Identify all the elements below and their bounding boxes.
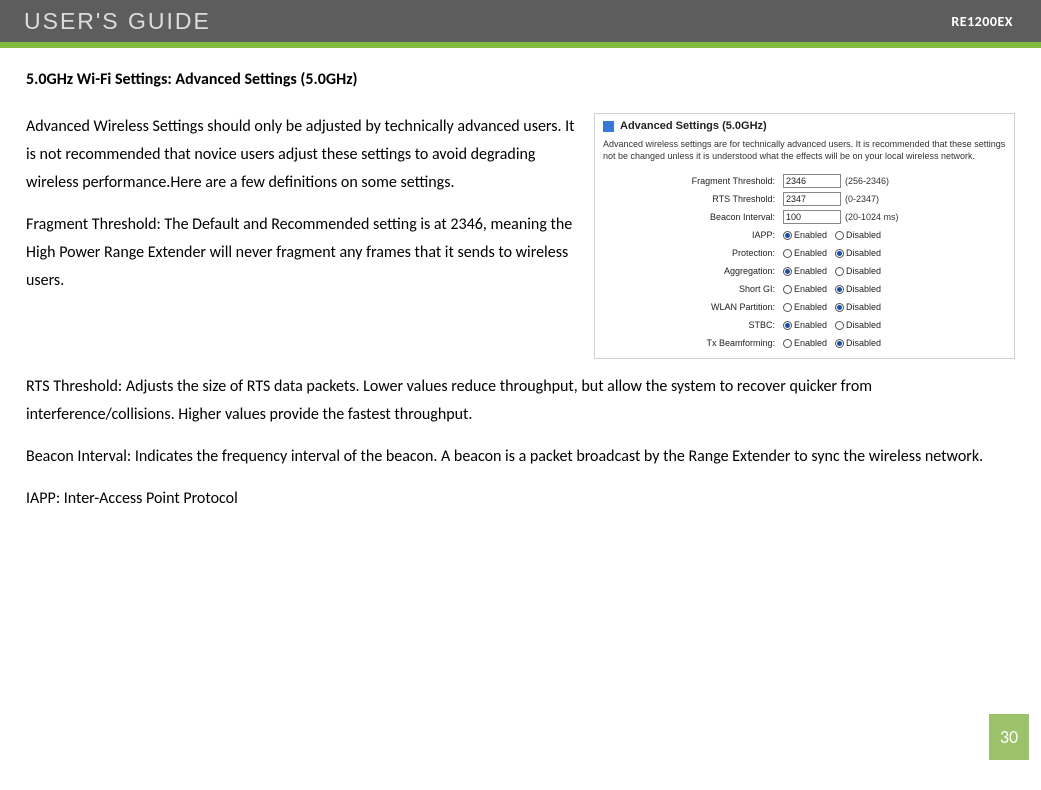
radio-stbc-enabled[interactable] [783,321,792,330]
row-rts-threshold: RTS Threshold: 2347 (0-2347) [595,190,1014,208]
left-text-column: Advanced Wireless Settings should only b… [26,113,576,359]
panel-description: Advanced wireless settings are for techn… [595,136,1014,172]
label-tx-beamforming: Tx Beamforming: [603,338,783,348]
radio-label-disabled: Disabled [846,230,881,240]
radio-protection-disabled[interactable] [835,249,844,258]
input-beacon-interval[interactable]: 100 [783,210,841,224]
row-beacon-interval: Beacon Interval: 100 (20-1024 ms) [595,208,1014,226]
top-columns: Advanced Wireless Settings should only b… [26,113,1015,359]
radio-shortgi-enabled[interactable] [783,285,792,294]
header-bar: USER'S GUIDE RE1200EX [0,0,1041,48]
content: 5.0GHz Wi-Fi Settings: Advanced Settings… [0,48,1041,513]
radio-stbc-disabled[interactable] [835,321,844,330]
paragraph-fragment: Fragment Threshold: The Default and Reco… [26,211,576,295]
advanced-settings-panel: Advanced Settings (5.0GHz) Advanced wire… [594,113,1015,359]
label-short-gi: Short GI: [603,284,783,294]
radio-label-disabled: Disabled [846,338,881,348]
paragraph-rts: RTS Threshold: Adjusts the size of RTS d… [26,373,1015,429]
radio-label-enabled: Enabled [794,248,827,258]
label-stbc: STBC: [603,320,783,330]
section-heading: 5.0GHz Wi-Fi Settings: Advanced Settings… [26,70,1015,89]
header-title: USER'S GUIDE [24,8,211,35]
radio-label-disabled: Disabled [846,320,881,330]
panel-header-icon [603,121,614,132]
label-rts-threshold: RTS Threshold: [603,194,783,204]
radio-label-enabled: Enabled [794,338,827,348]
range-rts-threshold: (0-2347) [845,194,879,204]
radio-label-disabled: Disabled [846,284,881,294]
paragraph-iapp: IAPP: Inter-Access Point Protocol [26,485,1015,513]
row-tx-beamforming: Tx Beamforming: Enabled Disabled [595,334,1014,352]
radio-aggregation-enabled[interactable] [783,267,792,276]
row-protection: Protection: Enabled Disabled [595,244,1014,262]
radio-txbf-disabled[interactable] [835,339,844,348]
radio-label-disabled: Disabled [846,248,881,258]
page-number: 30 [989,714,1029,760]
radio-label-enabled: Enabled [794,230,827,240]
input-fragment-threshold[interactable]: 2346 [783,174,841,188]
panel-title: Advanced Settings (5.0GHz) [620,120,767,132]
row-short-gi: Short GI: Enabled Disabled [595,280,1014,298]
range-beacon-interval: (20-1024 ms) [845,212,899,222]
input-rts-threshold[interactable]: 2347 [783,192,841,206]
label-beacon-interval: Beacon Interval: [603,212,783,222]
label-wlan-partition: WLAN Partition: [603,302,783,312]
header-model: RE1200EX [951,13,1013,30]
label-iapp: IAPP: [603,230,783,240]
radio-label-disabled: Disabled [846,302,881,312]
label-protection: Protection: [603,248,783,258]
row-fragment-threshold: Fragment Threshold: 2346 (256-2346) [595,172,1014,190]
radio-iapp-enabled[interactable] [783,231,792,240]
radio-label-enabled: Enabled [794,266,827,276]
range-fragment-threshold: (256-2346) [845,176,889,186]
panel-header: Advanced Settings (5.0GHz) [595,114,1014,136]
radio-label-enabled: Enabled [794,284,827,294]
row-iapp: IAPP: Enabled Disabled [595,226,1014,244]
radio-label-enabled: Enabled [794,320,827,330]
radio-label-enabled: Enabled [794,302,827,312]
label-fragment-threshold: Fragment Threshold: [603,176,783,186]
row-stbc: STBC: Enabled Disabled [595,316,1014,334]
label-aggregation: Aggregation: [603,266,783,276]
radio-label-disabled: Disabled [846,266,881,276]
radio-shortgi-disabled[interactable] [835,285,844,294]
radio-wlan-disabled[interactable] [835,303,844,312]
paragraph-beacon: Beacon Interval: Indicates the frequency… [26,443,1015,471]
row-wlan-partition: WLAN Partition: Enabled Disabled [595,298,1014,316]
radio-iapp-disabled[interactable] [835,231,844,240]
radio-txbf-enabled[interactable] [783,339,792,348]
radio-wlan-enabled[interactable] [783,303,792,312]
radio-aggregation-disabled[interactable] [835,267,844,276]
paragraph-intro: Advanced Wireless Settings should only b… [26,113,576,197]
row-aggregation: Aggregation: Enabled Disabled [595,262,1014,280]
radio-protection-enabled[interactable] [783,249,792,258]
